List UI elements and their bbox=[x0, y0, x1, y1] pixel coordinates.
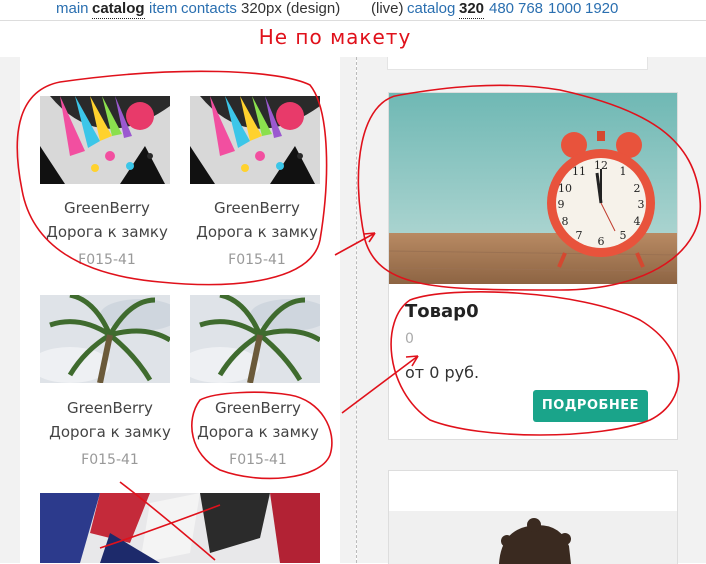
design-width-label: 320px (design) bbox=[241, 0, 341, 17]
nav-contacts-link[interactable]: contacts bbox=[181, 0, 237, 18]
product-card[interactable]: 12 1 2 345 678 9 10 11 Товар0 0 от 0 руб. ПО… bbox=[388, 92, 678, 440]
product-brand: GreenBerry bbox=[214, 199, 300, 217]
svg-text:2: 2 bbox=[634, 182, 641, 195]
product-title[interactable]: Дорога к замку bbox=[32, 223, 182, 241]
product-title[interactable]: Дорога к замку bbox=[182, 223, 332, 241]
left-gutter-right bbox=[340, 57, 356, 563]
width-480-link[interactable]: 480 bbox=[489, 0, 514, 18]
svg-text:8: 8 bbox=[562, 215, 569, 228]
product-count: 0 bbox=[405, 331, 414, 347]
product-sku: F015-41 bbox=[228, 252, 286, 268]
product-name[interactable]: Товар0 bbox=[405, 301, 479, 322]
details-button[interactable]: ПОДРОБНЕЕ bbox=[533, 390, 648, 422]
svg-text:9: 9 bbox=[558, 198, 565, 211]
svg-text:1: 1 bbox=[620, 165, 627, 178]
svg-text:6: 6 bbox=[598, 235, 605, 248]
product-card-next[interactable] bbox=[388, 470, 678, 564]
product-brand: GreenBerry bbox=[67, 399, 153, 417]
product-thumb-palm-2[interactable] bbox=[190, 295, 320, 383]
product-sku: F015-41 bbox=[229, 452, 287, 468]
svg-text:3: 3 bbox=[638, 198, 645, 211]
product-brand: GreenBerry bbox=[64, 199, 150, 217]
live-catalog-link[interactable]: catalog bbox=[407, 0, 455, 18]
nav-main-link[interactable]: main bbox=[56, 0, 89, 18]
width-320-link[interactable]: 320 bbox=[459, 0, 485, 19]
banner-text: Не по макету bbox=[258, 25, 412, 49]
live-label: (live) bbox=[371, 0, 404, 17]
left-gutter bbox=[0, 57, 20, 563]
svg-text:11: 11 bbox=[572, 165, 586, 178]
svg-text:4: 4 bbox=[634, 215, 641, 228]
nav-item-link[interactable]: item bbox=[149, 0, 177, 18]
annotation-banner: Не по макету bbox=[0, 20, 706, 59]
product-title[interactable]: Дорога к замку bbox=[183, 423, 333, 441]
product-price: от 0 руб. bbox=[405, 363, 480, 382]
product-sku: F015-41 bbox=[78, 252, 136, 268]
alarm-clock-image: 12 12 345 678 91011 bbox=[389, 93, 677, 284]
previous-card-bottom bbox=[387, 57, 648, 70]
nav-catalog-link[interactable]: catalog bbox=[92, 0, 145, 19]
width-1000-link[interactable]: 1000 bbox=[548, 0, 581, 18]
svg-text:10: 10 bbox=[558, 182, 572, 195]
product-thumb-graffiti-1[interactable] bbox=[40, 96, 170, 184]
right-gutter bbox=[357, 57, 371, 563]
top-nav: main catalog item contacts 320px (design… bbox=[0, 0, 706, 20]
product-thumb-graffiti-2[interactable] bbox=[190, 96, 320, 184]
width-768-link[interactable]: 768 bbox=[518, 0, 543, 18]
product-brand: GreenBerry bbox=[215, 399, 301, 417]
svg-text:7: 7 bbox=[576, 229, 583, 242]
product-thumb-poster[interactable] bbox=[40, 493, 320, 563]
product-sku: F015-41 bbox=[81, 452, 139, 468]
product-title[interactable]: Дорога к замку bbox=[35, 423, 185, 441]
svg-text:5: 5 bbox=[620, 229, 627, 242]
product-image-portrait bbox=[389, 511, 677, 564]
product-thumb-palm-1[interactable] bbox=[40, 295, 170, 383]
width-1920-link[interactable]: 1920 bbox=[585, 0, 618, 18]
